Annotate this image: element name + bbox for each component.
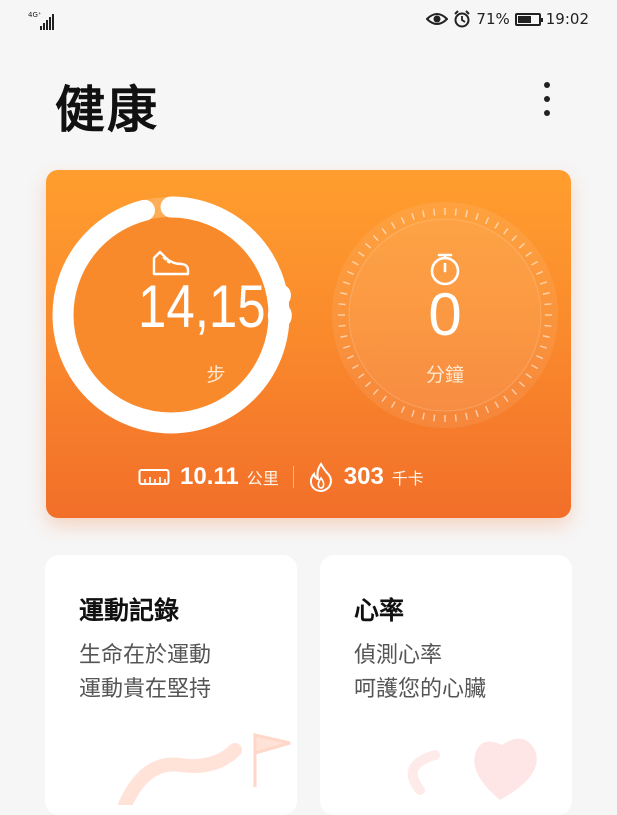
route-flag-illustration: [118, 733, 291, 805]
tile-subtitle: 生命在於運動: [79, 643, 212, 668]
exercise-records-tile[interactable]: 運動記錄 生命在於運動 運動貴在堅持: [45, 555, 297, 815]
dial-tick: [338, 324, 346, 327]
tile-subtitle: 偵測心率: [354, 643, 443, 668]
dial-tick: [454, 208, 457, 216]
status-bar: 4G⁺ 71% 19:02: [0, 0, 617, 44]
dial-tick: [544, 303, 552, 306]
activity-summary-card[interactable]: 14,158 步 0 分鐘 10.11 公里 303 千卡: [46, 170, 571, 518]
alarm-icon: [454, 10, 471, 28]
battery-percent: 71%: [476, 10, 510, 28]
dial-tick: [433, 208, 436, 216]
clock-time: 19:02: [545, 10, 589, 28]
flame-icon: [309, 462, 332, 492]
dial-tick: [544, 324, 552, 327]
signal-icon: [40, 14, 54, 30]
steps-count: 14,158: [137, 273, 294, 340]
distance-value: 10.11: [180, 463, 239, 490]
distance-calories-row: 10.11 公里 303 千卡: [138, 462, 424, 492]
dial-tick: [454, 414, 457, 422]
tile-subtitle: 呵護您的心臟: [354, 677, 487, 702]
steps-unit: 步: [206, 364, 226, 386]
page-title: 健康: [55, 81, 159, 139]
dial-tick: [433, 414, 436, 422]
distance-unit: 公里: [246, 469, 279, 488]
dial-tick: [338, 303, 346, 306]
eye-comfort-icon: [426, 13, 449, 25]
tile-title: 運動記錄: [79, 596, 180, 625]
tile-subtitle: 運動貴在堅持: [79, 677, 212, 702]
more-options-icon[interactable]: [540, 82, 554, 122]
heart-illustration: [407, 738, 537, 800]
calories-value: 303: [343, 463, 384, 490]
divider: [292, 466, 294, 488]
heart-rate-tile[interactable]: 心率 偵測心率 呵護您的心臟: [320, 555, 572, 815]
tile-title: 心率: [354, 596, 405, 625]
active-minutes: 0: [428, 281, 462, 348]
signal-indicator: 4G⁺: [28, 12, 54, 30]
battery-icon: [514, 12, 543, 26]
calories-unit: 千卡: [391, 469, 424, 488]
ruler-icon: [138, 469, 170, 485]
minutes-unit: 分鐘: [425, 364, 464, 386]
